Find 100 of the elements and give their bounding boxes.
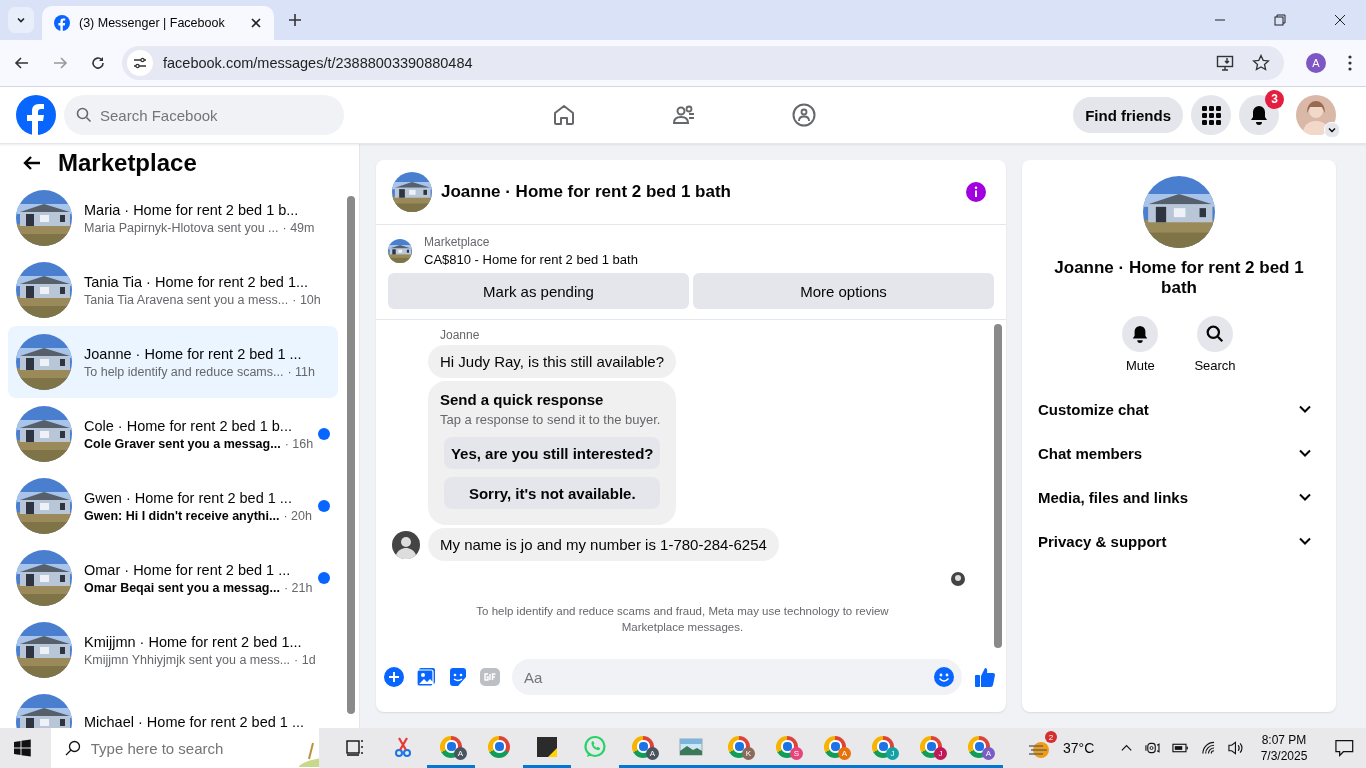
quick-response-hint: Tap a response to send it to the buyer. — [440, 412, 661, 427]
unread-dot — [318, 572, 330, 584]
conversation-title: Gwen · Home for rent 2 bed 1 ... — [84, 489, 293, 506]
conversation-title: Tania Tia · Home for rent 2 bed 1... — [84, 273, 310, 290]
sticker-icon[interactable] — [448, 667, 468, 687]
section-header[interactable]: Media, files and links — [1030, 475, 1328, 519]
profile-badge: J — [886, 747, 899, 760]
profile-badge: J — [934, 747, 947, 760]
message-time: · 10h — [292, 292, 321, 307]
plus-icon[interactable] — [384, 667, 404, 687]
facebook-logo[interactable] — [16, 95, 56, 135]
search-field[interactable]: Search Facebook — [64, 95, 344, 135]
volume-icon[interactable] — [1227, 740, 1245, 756]
clock-time[interactable]: 8:07 PM — [1261, 733, 1307, 747]
emoji-icon[interactable] — [934, 667, 954, 687]
profile-badge: K — [742, 747, 755, 760]
conversation-item[interactable]: Tania Tia · Home for rent 2 bed 1... Tania Tia Aravena sent you a mess... · 10h — [8, 254, 338, 326]
quick-response-title: Send a quick response — [440, 391, 605, 408]
temperature-text[interactable]: 37°C — [1063, 740, 1095, 756]
groups-icon[interactable] — [792, 103, 816, 127]
conversation-item[interactable]: Joanne · Home for rent 2 bed 1 ... To help identify and reduce scams... · 11h — [8, 326, 338, 398]
listing-action-button[interactable]: More options — [693, 273, 994, 309]
browser-tab[interactable]: (3) Messenger | Facebook — [42, 6, 274, 40]
caret-icon[interactable] — [1324, 122, 1340, 138]
profile-badge: A — [982, 747, 995, 760]
star-icon[interactable] — [1252, 54, 1270, 72]
info-icon[interactable] — [966, 182, 986, 202]
notifications-button[interactable] — [1239, 95, 1279, 135]
site-settings-icon[interactable] — [127, 50, 153, 76]
conversation-title: Kmijjmn · Home for rent 2 bed 1... — [84, 633, 303, 650]
section-header[interactable]: Chat members — [1030, 431, 1328, 475]
search-icon[interactable] — [1197, 316, 1233, 352]
listing-title: CA$810 - Home for rent 2 bed 1 bath — [424, 252, 638, 267]
search-icon — [76, 107, 92, 123]
windows-icon[interactable] — [14, 739, 31, 757]
profile-badge: A — [838, 747, 851, 760]
seen-avatar — [951, 572, 965, 586]
conversation-title: Maria · Home for rent 2 bed 1 b... — [84, 201, 300, 218]
message-preview: Cole Graver sent you a messag... — [84, 436, 281, 451]
bell-icon — [1249, 105, 1269, 125]
new-tab-icon[interactable] — [288, 13, 302, 27]
back-icon[interactable] — [14, 55, 30, 71]
message-preview: To help identify and reduce scams... — [84, 364, 284, 379]
quick-reply-button[interactable]: Yes, are you still interested? — [444, 437, 661, 469]
message-preview: Omar Beqai sent you a messag... — [84, 580, 280, 595]
conversation-title: Omar · Home for rent 2 bed 1 ... — [84, 561, 292, 578]
find-friends-button[interactable]: Find friends — [1073, 97, 1183, 133]
conversation-item[interactable]: Cole · Home for rent 2 bed 1 b... Cole Graver sent you a messag... · 16h — [8, 398, 338, 470]
unread-dot — [318, 428, 330, 440]
action-label: Mute — [1125, 358, 1155, 373]
menu-icon[interactable] — [1348, 55, 1352, 71]
thumbs-up-icon[interactable] — [974, 666, 996, 688]
friends-icon[interactable] — [672, 103, 696, 127]
section-header[interactable]: Privacy & support — [1030, 519, 1328, 563]
profile-badge: A — [646, 747, 659, 760]
conversation-item[interactable]: Maria · Home for rent 2 bed 1 b... Maria Papirnyk-Hlotova sent you ... · 49m — [8, 182, 338, 254]
image-icon[interactable] — [416, 667, 436, 687]
message-preview: Tania Tia Aravena sent you a mess... — [84, 292, 289, 307]
wifi-icon[interactable] — [1201, 740, 1216, 756]
message-bubble: Hi Judy Ray, is this still available? — [428, 345, 676, 378]
menu-button[interactable] — [1191, 95, 1231, 135]
close-icon[interactable] — [1334, 14, 1346, 26]
message-field[interactable]: Aa — [512, 659, 962, 695]
section-header[interactable]: Customize chat — [1030, 387, 1328, 431]
conversation-item[interactable]: Gwen · Home for rent 2 bed 1 ... Gwen: Hi I didn't receive anythi... · 20h — [8, 470, 338, 542]
address-bar[interactable]: facebook.com/messages/t/23888003390880484 — [122, 46, 1284, 80]
close-icon[interactable] — [250, 17, 262, 29]
profile-badge: S — [790, 747, 803, 760]
notifications-icon[interactable] — [1335, 739, 1354, 757]
battery-icon[interactable] — [1172, 742, 1189, 754]
profile-badge: A — [454, 747, 467, 760]
chat-title: Joanne · Home for rent 2 bed 1 bath — [441, 182, 731, 202]
message-time: · 49m — [282, 220, 315, 235]
listing-label: Marketplace — [424, 235, 491, 249]
url-text: facebook.com/messages/t/23888003390880484 — [163, 55, 473, 71]
sidebar-title: Marketplace — [58, 149, 197, 177]
reload-icon[interactable] — [90, 55, 106, 71]
profile-avatar[interactable]: A — [1306, 53, 1326, 73]
listing-action-button[interactable]: Mark as pending — [388, 273, 689, 309]
install-app-icon[interactable] — [1216, 54, 1234, 72]
conversation-item[interactable]: Omar · Home for rent 2 bed 1 ... Omar Beqai sent you a messag... · 21h — [8, 542, 338, 614]
quick-reply-button[interactable]: Sorry, it's not available. — [444, 477, 661, 509]
conversation-item[interactable]: Kmijjmn · Home for rent 2 bed 1... Kmijjmn Yhhiyjmjk sent you a mess... · 1d — [8, 614, 338, 686]
message-preview: Maria Papirnyk-Hlotova sent you ... — [84, 220, 279, 235]
profile-avatar[interactable] — [1296, 95, 1336, 135]
home-icon[interactable] — [552, 103, 576, 127]
facebook-icon — [54, 15, 70, 31]
message-preview: Gwen: Hi I didn't receive anythi... — [84, 508, 280, 523]
message-time: · 16h — [284, 436, 314, 451]
conversation-title: Cole · Home for rent 2 bed 1 b... — [84, 417, 293, 434]
message-time: · 21h — [283, 580, 313, 595]
message-time: · 11h — [287, 364, 315, 379]
bell-icon[interactable] — [1122, 316, 1159, 352]
message-bubble: My name is jo and my number is 1-780-284-6254 — [428, 528, 779, 561]
restore-icon[interactable] — [1274, 14, 1286, 26]
forward-icon[interactable] — [52, 55, 68, 71]
clock-date[interactable]: 7/3/2025 — [1260, 749, 1308, 763]
camera-icon[interactable] — [1145, 740, 1161, 756]
tab-title: (3) Messenger | Facebook — [79, 16, 226, 30]
search-icon — [64, 740, 81, 756]
